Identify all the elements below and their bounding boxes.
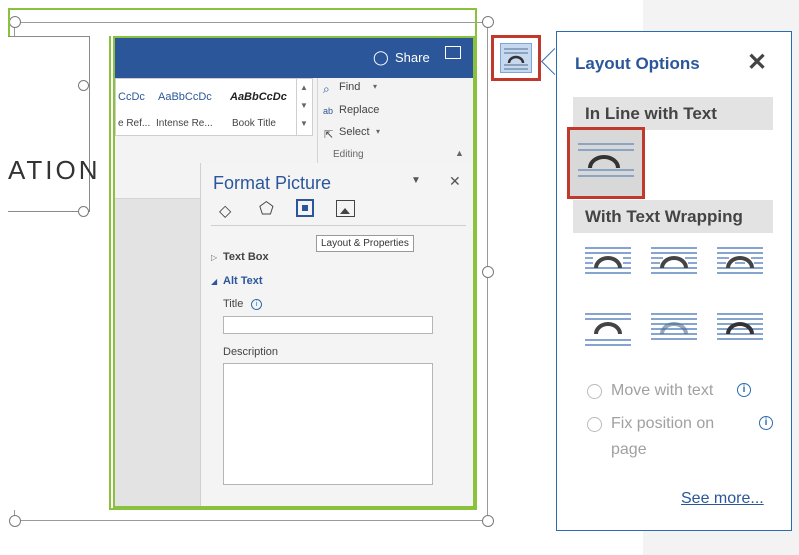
scroll-down-icon[interactable]: ▼ (300, 101, 308, 110)
fix-position-label-line2: page (611, 441, 647, 458)
picture-mountain (340, 208, 350, 214)
fix-position-radio[interactable] (587, 417, 602, 432)
shape-handle[interactable] (78, 80, 89, 91)
expand-arrow-icon[interactable]: ▷ (211, 253, 217, 262)
see-more-link[interactable]: See more... (681, 490, 764, 508)
wrapping-section-header: With Text Wrapping (573, 200, 773, 233)
layout-options-panel: Layout Options ✕ In Line with Text With … (556, 31, 792, 531)
effects-icon[interactable]: ⬠ (259, 199, 274, 219)
wrap-in-front-icon[interactable] (715, 310, 765, 354)
style-name: Book Title (232, 118, 276, 129)
alt-text-section[interactable]: Alt Text (223, 275, 263, 287)
wrap-behind-text-icon[interactable] (649, 310, 699, 354)
resize-handle-top-right[interactable] (482, 16, 494, 28)
style-name: Intense Re... (156, 118, 213, 129)
description-label: Description (223, 346, 279, 358)
layout-options-icon (500, 43, 532, 73)
format-picture-title: Format Picture (213, 173, 332, 193)
chevron-down-icon[interactable]: ▾ (373, 82, 377, 91)
style-preview: AaBbCcDc (230, 91, 287, 103)
format-picture-pane: Format Picture ▼ ✕ ◇ ⬠ Layout & Properti… (200, 163, 473, 506)
layout-properties-inner (302, 205, 308, 211)
pane-options-icon[interactable]: ▼ (411, 175, 421, 186)
doc-text: ATION (8, 155, 101, 185)
layout-properties-icon[interactable] (296, 199, 314, 217)
word-window-screenshot: ◯ Share CcDc e Ref... AaBbCcDc Intense R… (113, 36, 475, 508)
text-box: ATION (8, 36, 98, 212)
gallery-expand-icon[interactable]: ▼ (300, 119, 308, 128)
description-textarea[interactable] (223, 363, 433, 485)
wrap-top-bottom-icon[interactable] (583, 310, 633, 354)
text-box-section[interactable]: Text Box (223, 251, 269, 263)
collapse-ribbon-icon[interactable]: ▲ (455, 148, 464, 158)
in-line-section-header: In Line with Text (573, 97, 773, 130)
scroll-up-icon[interactable]: ▲ (300, 83, 308, 92)
fix-position-label: Fix position on (611, 415, 715, 432)
select-button[interactable]: Select (339, 126, 370, 138)
wrap-inline-icon (578, 143, 634, 177)
move-with-text-label: Move with text (611, 382, 714, 399)
chevron-down-icon[interactable]: ▾ (376, 127, 380, 136)
style-preview: CcDc (118, 91, 145, 103)
find-button[interactable]: Find (339, 81, 360, 93)
pane-close-icon[interactable]: ✕ (449, 173, 461, 190)
shape-handle[interactable] (78, 206, 89, 217)
style-name: e Ref... (118, 118, 151, 129)
info-icon[interactable]: i (737, 383, 751, 397)
resize-handle-bottom-right[interactable] (482, 515, 494, 527)
title-bar: ◯ Share (115, 38, 473, 78)
person-icon: ◯ (373, 49, 389, 65)
styles-gallery[interactable]: CcDc e Ref... AaBbCcDc Intense Re... AaB… (115, 78, 313, 136)
style-preview: AaBbCcDc (158, 91, 212, 103)
collapse-arrow-icon[interactable]: ◢ (211, 277, 217, 286)
share-button[interactable]: Share (395, 50, 430, 65)
wrap-tight-icon[interactable] (649, 244, 699, 288)
fill-line-icon[interactable]: ◇ (219, 201, 231, 221)
comment-icon[interactable] (445, 46, 461, 59)
find-icon: ⌕ (323, 82, 330, 96)
picture-icon[interactable] (336, 200, 355, 217)
document-fragment: ATION (8, 36, 111, 510)
wrap-inline-option[interactable] (567, 127, 645, 199)
resize-handle-bottom-left[interactable] (9, 515, 21, 527)
close-icon[interactable]: ✕ (747, 48, 767, 77)
wrap-through-icon[interactable] (715, 244, 765, 288)
tooltip: Layout & Properties (316, 235, 414, 252)
wrap-square-icon[interactable] (583, 244, 633, 288)
replace-icon: ab (323, 106, 334, 116)
select-cursor-icon: ⇱ (324, 129, 334, 141)
layout-options-title: Layout Options (575, 54, 700, 73)
wrap-inline-glyph (504, 48, 528, 70)
gallery-scroll[interactable]: ▲ ▼ ▼ (296, 79, 313, 135)
resize-handle-right[interactable] (482, 266, 494, 278)
replace-button[interactable]: Replace (339, 104, 379, 116)
move-with-text-radio[interactable] (587, 384, 602, 399)
layout-options-button[interactable] (491, 35, 541, 81)
pane-divider (211, 225, 466, 226)
title-input[interactable] (223, 316, 433, 334)
info-icon[interactable]: i (759, 416, 773, 430)
title-field-label: Title (223, 298, 244, 310)
info-icon[interactable]: i (251, 299, 262, 310)
editing-group-label: Editing (333, 149, 364, 160)
